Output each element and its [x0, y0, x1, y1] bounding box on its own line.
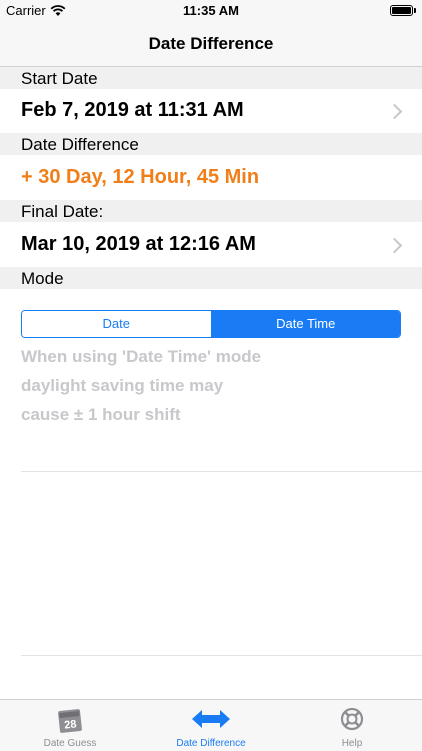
tab-help[interactable]: Help	[282, 700, 422, 751]
start-date-header-label: Start Date	[21, 69, 98, 88]
start-date-value: Feb 7, 2019 at 11:31 AM	[21, 99, 244, 121]
segment-date[interactable]: Date	[22, 311, 212, 337]
tab-date-guess-label: Date Guess	[43, 738, 97, 749]
divider	[21, 471, 422, 472]
start-date-row[interactable]: Feb 7, 2019 at 11:31 AM	[0, 89, 422, 133]
mode-header-label: Mode	[21, 269, 64, 288]
mode-note-line-3: cause ± 1 hour shift	[21, 405, 181, 424]
clock-time: 11:35 AM	[183, 3, 239, 18]
chevron-right-icon	[386, 237, 403, 254]
battery-icon	[390, 5, 413, 16]
chevron-right-icon	[386, 103, 403, 120]
date-difference-row: + 30 Day, 12 Hour, 45 Min	[0, 155, 422, 199]
date-difference-value: + 30 Day, 12 Hour, 45 Min	[21, 166, 260, 188]
tab-bar: 28 Date Guess Date Difference Help	[0, 699, 422, 751]
final-date-header: Final Date:	[0, 200, 422, 222]
tab-date-difference-label: Date Difference	[176, 738, 246, 749]
final-date-header-label: Final Date:	[21, 202, 104, 221]
final-date-row[interactable]: Mar 10, 2019 at 12:16 AM	[0, 222, 422, 267]
navigation-bar: Date Difference	[0, 22, 422, 67]
divider	[21, 655, 422, 656]
calendar-icon: 28	[57, 706, 83, 739]
battery-nub	[414, 8, 416, 13]
tab-help-label: Help	[341, 738, 363, 749]
mode-note-line-1: When using 'Date Time' mode	[21, 347, 262, 366]
date-difference-header-label: Date Difference	[21, 135, 139, 154]
final-date-value: Mar 10, 2019 at 12:16 AM	[21, 233, 256, 255]
tab-date-guess[interactable]: 28 Date Guess	[0, 700, 140, 751]
tab-date-difference[interactable]: Date Difference	[141, 700, 281, 751]
status-bar: Carrier 11:35 AM	[0, 0, 422, 22]
date-difference-header: Date Difference	[0, 133, 422, 155]
mode-note-line-2: daylight saving time may	[21, 376, 224, 395]
mode-segmented-control[interactable]: Date Date Time	[21, 310, 401, 338]
lifebuoy-icon	[339, 706, 365, 737]
mode-header: Mode	[0, 267, 422, 289]
calendar-day-number: 28	[64, 718, 77, 731]
start-date-header: Start Date	[0, 67, 422, 89]
page-title: Date Difference	[148, 34, 274, 53]
segment-date-time[interactable]: Date Time	[211, 311, 400, 337]
double-arrow-icon	[192, 709, 230, 734]
